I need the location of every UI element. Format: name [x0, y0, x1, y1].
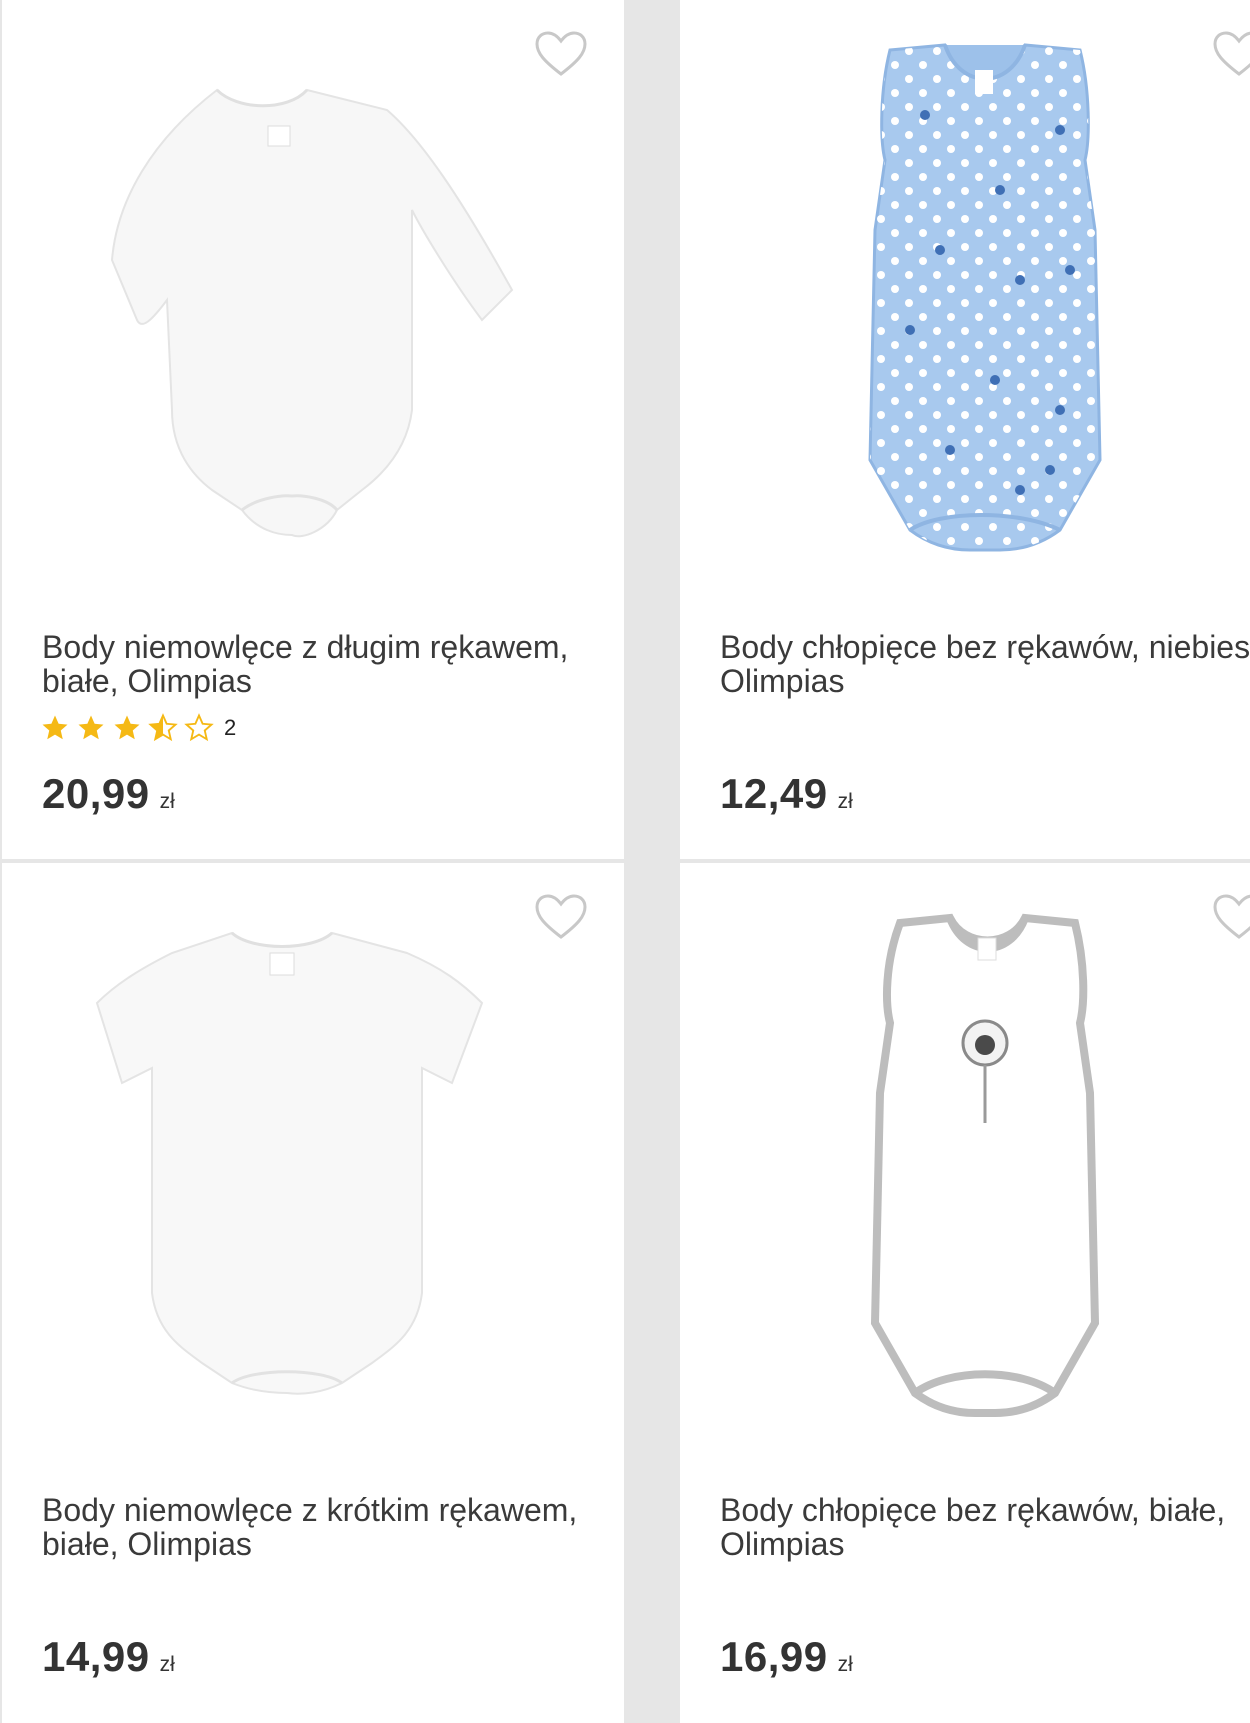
rating-count: 2: [224, 715, 237, 740]
product-name[interactable]: Body niemowlęce z krótkim rękawem, białe…: [42, 1493, 602, 1561]
sleeveless-bodysuit-trim-icon: [870, 913, 1100, 1417]
product-card[interactable]: Body chłopięce bez rękawów, białe, Olimp…: [680, 863, 1250, 1723]
price-value: 16,99: [720, 1633, 828, 1680]
rating: 2: [40, 712, 236, 744]
product-image[interactable]: [720, 893, 1250, 1453]
price: 16,99 zł: [720, 1633, 853, 1681]
price: 12,49 zł: [720, 770, 853, 818]
price-value: 14,99: [42, 1633, 150, 1680]
product-image[interactable]: [720, 30, 1250, 590]
product-grid: Body niemowlęce z długim rękawem, białe,…: [0, 0, 1250, 1723]
shortsleeve-bodysuit-icon: [95, 931, 484, 1395]
price-currency: zł: [159, 790, 175, 813]
price-currency: zł: [159, 1653, 175, 1676]
product-card[interactable]: Body chłopięce bez rękawów, niebieskie, …: [680, 0, 1250, 859]
product-image[interactable]: [42, 893, 582, 1453]
star-full-icon: [78, 715, 104, 740]
star-half-icon: [148, 713, 178, 742]
product-name[interactable]: Body niemowlęce z długim rękawem, białe,…: [42, 630, 602, 698]
price-currency: zł: [837, 790, 853, 813]
sleeveless-bodysuit-icon: [868, 43, 1102, 552]
price-currency: zł: [837, 1653, 853, 1676]
star-full-icon: [42, 715, 68, 740]
star-empty-icon: [184, 713, 214, 742]
product-image[interactable]: [42, 30, 582, 590]
star-full-icon: [114, 715, 140, 740]
price-value: 12,49: [720, 770, 828, 817]
price-value: 20,99: [42, 770, 150, 817]
price: 14,99 zł: [42, 1633, 175, 1681]
product-card[interactable]: Body niemowlęce z długim rękawem, białe,…: [2, 0, 624, 859]
longsleeve-bodysuit-icon: [110, 88, 514, 538]
product-card[interactable]: Body niemowlęce z krótkim rękawem, białe…: [2, 863, 624, 1723]
product-name[interactable]: Body chłopięce bez rękawów, niebieskie, …: [720, 630, 1250, 698]
product-name[interactable]: Body chłopięce bez rękawów, białe, Olimp…: [720, 1493, 1250, 1561]
price: 20,99 zł: [42, 770, 175, 818]
